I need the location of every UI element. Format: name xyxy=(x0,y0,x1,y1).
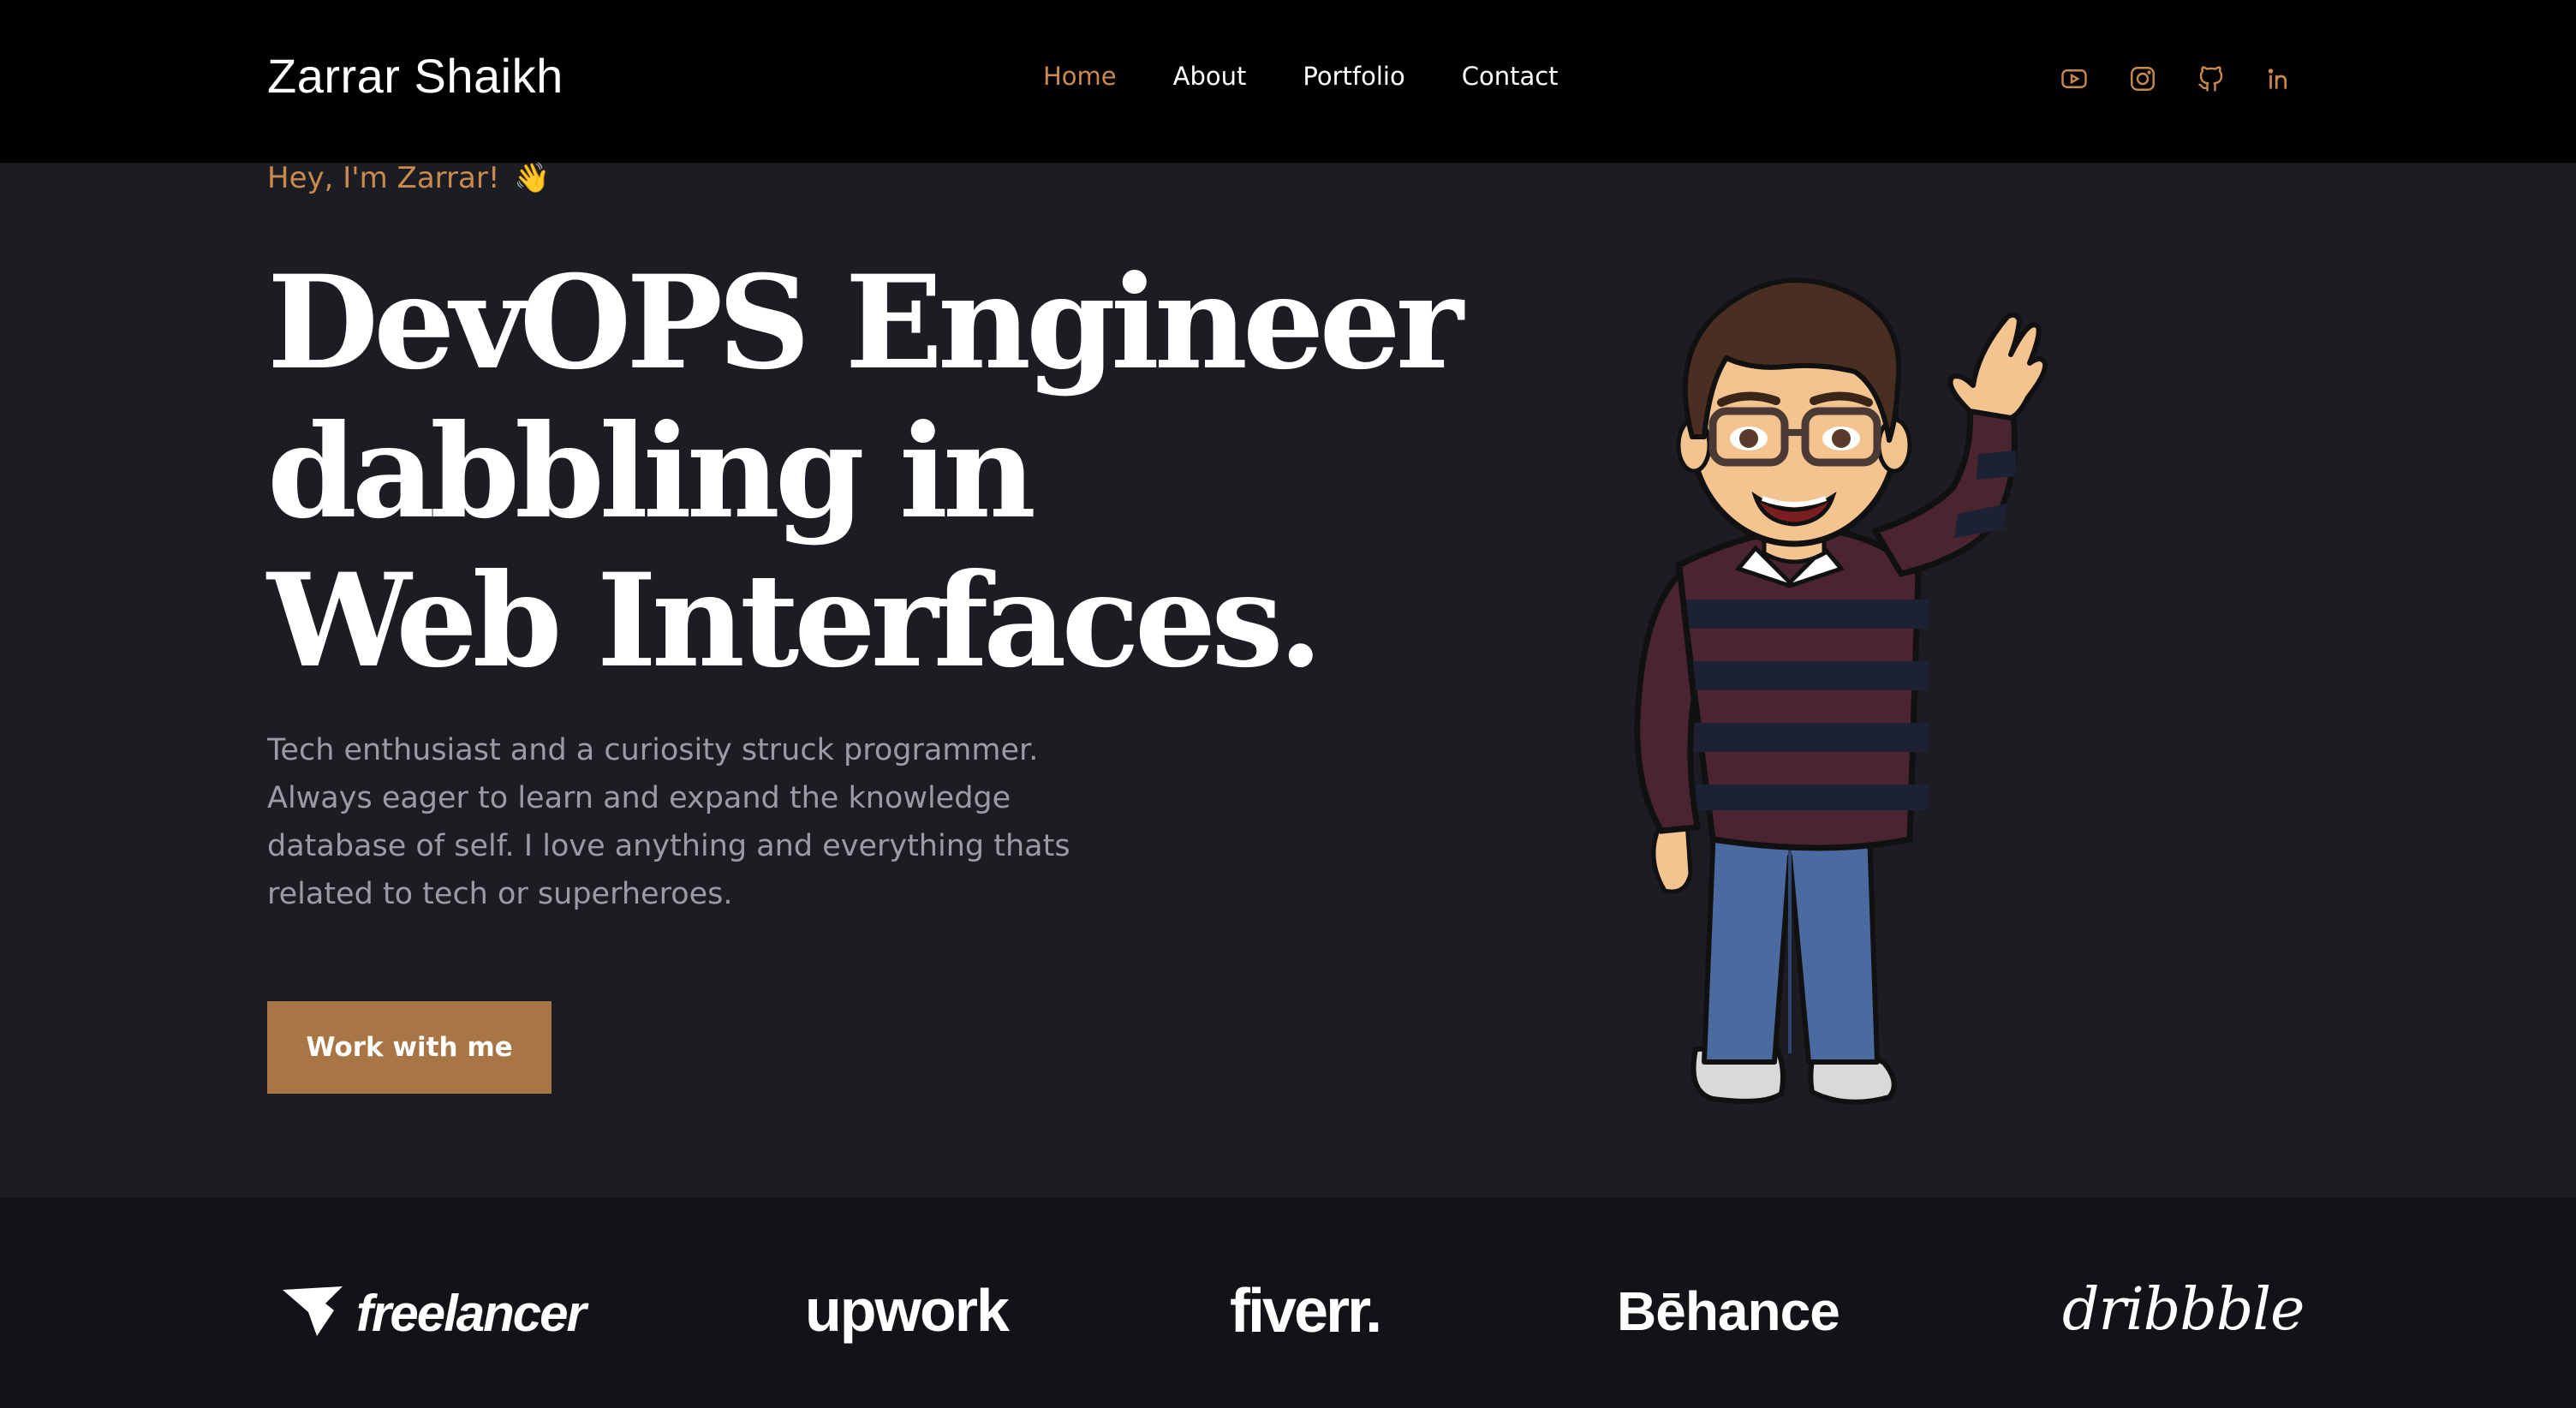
nav-contact[interactable]: Contact xyxy=(1462,62,1559,91)
linkedin-icon[interactable] xyxy=(2264,63,2295,94)
brand-logo[interactable]: Zarrar Shaikh xyxy=(267,48,564,104)
nav-portfolio[interactable]: Portfolio xyxy=(1303,62,1404,91)
work-with-me-button[interactable]: Work with me xyxy=(267,1001,552,1094)
greeting-text: Hey, I'm Zarrar! xyxy=(267,161,500,195)
nav-about[interactable]: About xyxy=(1173,62,1247,91)
freelancer-bird-icon xyxy=(283,1286,343,1336)
github-icon[interactable] xyxy=(2196,63,2227,94)
dribbble-logo: dribbble xyxy=(2062,1276,2305,1344)
client-logos-strip: freelancer upwork fiverr. Bēhance dribbb… xyxy=(0,1197,2576,1408)
hero-headline: DevOPS Engineer dabbling in Web Interfac… xyxy=(267,248,1464,696)
upwork-logo: upwork xyxy=(805,1277,1010,1344)
behance-logo: Bēhance xyxy=(1617,1280,1840,1342)
social-links xyxy=(2059,63,2295,94)
headline-line-1: DevOPS Engineer xyxy=(267,248,1464,398)
waving-hand-emoji: 👋 xyxy=(514,161,551,195)
freelancer-wordmark: freelancer xyxy=(356,1284,587,1342)
instagram-icon[interactable] xyxy=(2127,63,2158,94)
main-nav: Home About Portfolio Contact xyxy=(1043,62,1559,91)
freelancer-logo: freelancer xyxy=(283,1283,587,1343)
nav-home[interactable]: Home xyxy=(1043,62,1117,91)
site-header: Zarrar Shaikh Home About Portfolio Conta… xyxy=(0,0,2576,163)
youtube-icon[interactable] xyxy=(2059,63,2090,94)
avatar-illustration xyxy=(1634,277,2048,1105)
headline-line-3: Web Interfaces. xyxy=(267,546,1323,696)
fiverr-logo: fiverr. xyxy=(1230,1277,1382,1345)
headline-line-2: dabbling in xyxy=(267,397,1036,547)
hero-bio: Tech enthusiast and a curiosity struck p… xyxy=(267,733,1070,911)
hero-greeting: Hey, I'm Zarrar! 👋 xyxy=(267,161,551,195)
